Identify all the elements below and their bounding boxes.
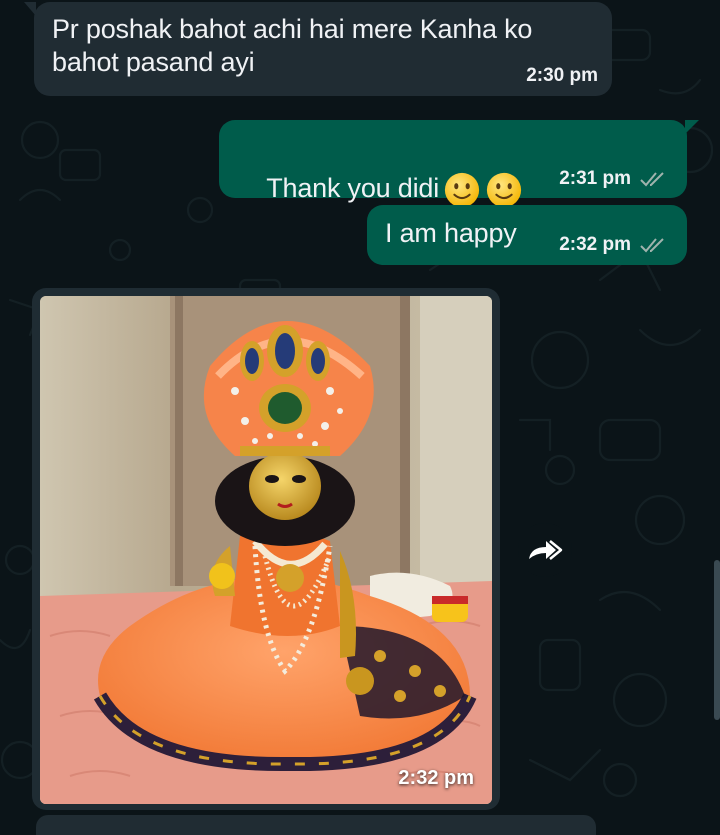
message-time: 2:30 pm bbox=[526, 65, 598, 86]
message-bubble-incoming[interactable]: Pr poshak bahot achi hai mere Kanha ko b… bbox=[24, 2, 612, 96]
scrollbar[interactable] bbox=[714, 560, 720, 720]
message-text: Pr poshak bahot achi hai mere Kanha ko b… bbox=[52, 14, 533, 77]
message-text: Thank you didi bbox=[266, 173, 440, 204]
kanha-idol-photo bbox=[40, 296, 492, 804]
forward-button[interactable] bbox=[518, 523, 572, 577]
bubble-tail bbox=[685, 120, 699, 134]
image-message-bubble[interactable]: 2:32 pm bbox=[32, 288, 500, 810]
message-bubble-outgoing[interactable]: Thank you didi 2:31 pm bbox=[219, 120, 699, 208]
message-text: I am happy bbox=[385, 218, 517, 248]
message-time: 2:31 pm bbox=[559, 168, 631, 189]
message-bubble-outgoing[interactable]: I am happy 2:32 pm bbox=[367, 205, 687, 265]
message-photo[interactable]: 2:32 pm bbox=[40, 296, 492, 804]
photo-time: 2:32 pm bbox=[398, 767, 474, 789]
double-check-icon bbox=[640, 238, 664, 253]
message-time: 2:32 pm bbox=[559, 234, 631, 255]
bubble-tail bbox=[24, 2, 36, 16]
slightly-smiling-face-icon bbox=[486, 172, 522, 208]
message-bubble-partial[interactable] bbox=[36, 815, 596, 835]
double-check-icon bbox=[640, 172, 664, 187]
slightly-smiling-face-icon bbox=[444, 172, 480, 208]
forward-icon bbox=[529, 540, 563, 560]
